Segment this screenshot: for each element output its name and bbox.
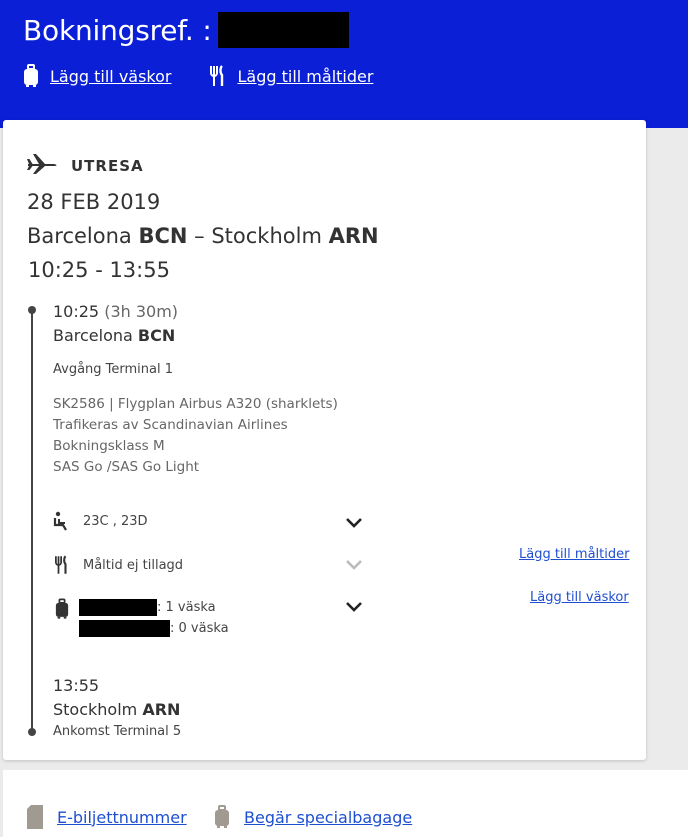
departure-time-value: 10:25 <box>53 302 100 321</box>
flight-info: SK2586 | Flygplan Airbus A320 (sharklets… <box>53 394 338 478</box>
origin-code: BCN <box>138 224 188 248</box>
arrival-terminal: Ankomst Terminal 5 <box>53 724 182 739</box>
eticket-link[interactable]: E-biljettnummer <box>25 804 187 830</box>
meal-status: Måltid ej tillagd <box>83 557 184 573</box>
meal-chevron-down-icon <box>346 560 362 570</box>
meal-row: Måltid ej tillagd <box>51 555 183 575</box>
baggage-count-1: : 1 väska <box>157 600 216 615</box>
special-baggage-label: Begär specialbagage <box>244 807 413 827</box>
seats-chevron-down-icon[interactable] <box>346 518 362 528</box>
baggage-count-2: : 0 väska <box>170 621 229 636</box>
seat-icon <box>51 511 73 531</box>
booking-ref-redacted <box>217 12 349 48</box>
add-bags-label: Lägg till väskor <box>50 66 172 86</box>
departure-time: 10:25 (3h 30m) <box>53 302 178 321</box>
segment-label: UTRESA <box>71 157 144 175</box>
route-separator: – <box>194 224 205 248</box>
flight-duration: (3h 30m) <box>104 302 179 321</box>
departure-terminal: Avgång Terminal 1 <box>53 362 174 377</box>
booking-header: Bokningsref. : Lägg till väskor Lägg til… <box>0 0 688 128</box>
flight-number-aircraft: SK2586 | Flygplan Airbus A320 (sharklets… <box>53 396 338 412</box>
flight-route: Barcelona BCN – Stockholm ARN <box>27 224 379 248</box>
add-bags-link[interactable]: Lägg till väskor <box>22 64 171 88</box>
flight-operator: Trafikeras av Scandinavian Airlines <box>53 417 288 433</box>
flight-times: 10:25 - 13:55 <box>28 258 170 282</box>
booking-title-row: Bokningsref. : <box>23 12 349 48</box>
add-bags-side-link[interactable]: Lägg till väskor <box>530 590 629 605</box>
departure-city: Barcelona BCN <box>53 326 175 345</box>
timeline-end-dot <box>28 728 36 736</box>
departure-city-name: Barcelona <box>53 326 133 345</box>
origin-city: Barcelona <box>27 224 132 248</box>
cutlery-icon <box>51 555 73 575</box>
baggage-line-1: : 1 väska <box>79 597 229 618</box>
document-icon <box>25 804 45 830</box>
arrival-city: Stockholm ARN <box>53 700 180 719</box>
flight-date: 28 FEB 2019 <box>27 190 161 214</box>
arrival-city-name: Stockholm <box>53 700 138 719</box>
passenger-name-redacted <box>79 599 157 616</box>
arrival-city-code: ARN <box>142 700 181 719</box>
luggage-icon <box>22 64 40 88</box>
luggage-icon <box>212 804 232 830</box>
baggage-chevron-down-icon[interactable] <box>346 602 362 612</box>
destination-code: ARN <box>328 224 379 248</box>
special-baggage-link[interactable]: Begär specialbagage <box>212 804 412 830</box>
eticket-label: E-biljettnummer <box>57 807 187 827</box>
plane-icon <box>27 153 57 179</box>
segment-heading: UTRESA <box>27 153 144 179</box>
footer-actions: E-biljettnummer Begär specialbagage <box>3 770 688 837</box>
fare-type: SAS Go /SAS Go Light <box>53 459 200 475</box>
header-links: Lägg till väskor Lägg till måltider <box>22 64 373 88</box>
add-meals-side-link[interactable]: Lägg till måltider <box>519 547 629 562</box>
booking-class: Bokningsklass M <box>53 438 165 454</box>
baggage-lines: : 1 väska : 0 väska <box>79 597 229 639</box>
itinerary-timeline <box>28 306 36 736</box>
cutlery-icon <box>209 64 227 88</box>
seats-row[interactable]: 23C , 23D <box>51 511 148 531</box>
destination-city: Stockholm <box>211 224 322 248</box>
luggage-icon <box>51 598 73 620</box>
passenger-name-redacted <box>79 620 170 637</box>
booking-ref-title: Bokningsref. : <box>23 13 212 47</box>
arrival-time: 13:55 <box>53 676 100 695</box>
add-meals-label: Lägg till måltider <box>237 66 374 86</box>
flight-segment-card: UTRESA 28 FEB 2019 Barcelona BCN – Stock… <box>3 120 646 760</box>
add-meals-link[interactable]: Lägg till måltider <box>209 64 373 88</box>
timeline-start-dot <box>28 306 36 314</box>
baggage-line-2: : 0 väska <box>79 618 229 639</box>
departure-city-code: BCN <box>137 326 176 345</box>
seat-numbers: 23C , 23D <box>83 513 148 529</box>
